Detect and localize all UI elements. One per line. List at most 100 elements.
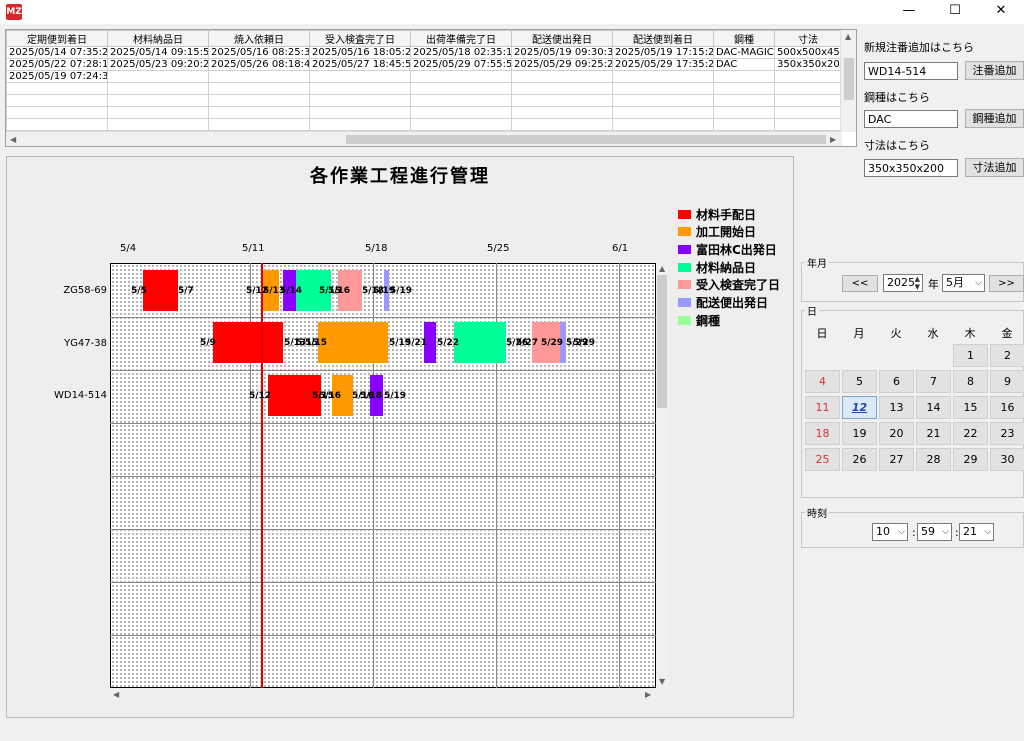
table-cell[interactable]: 2025/05/22 07:28:15 xyxy=(6,58,108,71)
table-cell[interactable] xyxy=(6,118,108,131)
table-cell[interactable] xyxy=(410,106,512,119)
schedule-table[interactable]: 定期便到着日 材料納品日 焼入依頼日 受入検査完了日 出荷準備完了日 配送便出発… xyxy=(5,29,857,147)
table-cell[interactable] xyxy=(208,118,310,131)
chart-vertical-scrollbar[interactable]: ▲ ▼ xyxy=(656,263,668,688)
table-cell[interactable] xyxy=(107,82,209,95)
table-cell[interactable] xyxy=(511,82,613,95)
table-cell[interactable] xyxy=(511,118,613,131)
table-cell[interactable]: 2025/05/29 09:25:20 xyxy=(511,58,613,71)
table-cell[interactable]: 2025/05/26 08:18:44 xyxy=(208,58,310,71)
column-header[interactable]: 鋼種 xyxy=(713,30,775,47)
scroll-left-icon[interactable]: ◀ xyxy=(113,690,119,699)
minimize-button[interactable]: — xyxy=(886,0,932,24)
scroll-up-icon[interactable]: ▲ xyxy=(659,264,665,273)
table-cell[interactable] xyxy=(309,70,411,83)
table-cell[interactable] xyxy=(208,106,310,119)
add-size-button[interactable]: 寸法追加 xyxy=(965,158,1024,177)
table-cell[interactable]: 2025/05/29 17:35:25 xyxy=(612,58,714,71)
calendar-day[interactable]: 13 xyxy=(879,396,914,419)
close-button[interactable]: ✕ xyxy=(978,0,1024,24)
calendar-day[interactable]: 20 xyxy=(879,422,914,445)
table-cell[interactable]: 2025/05/16 18:05:22 xyxy=(309,46,411,59)
scroll-up-icon[interactable]: ▲ xyxy=(845,32,851,41)
table-cell[interactable] xyxy=(208,94,310,107)
calendar-day[interactable]: 15 xyxy=(953,396,988,419)
table-cell[interactable] xyxy=(612,94,714,107)
table-cell[interactable]: 2025/05/14 09:15:55 xyxy=(107,46,209,59)
table-cell[interactable] xyxy=(410,82,512,95)
table-row[interactable] xyxy=(6,82,842,95)
scroll-right-icon[interactable]: ▶ xyxy=(645,690,651,699)
table-cell[interactable]: DAC-MAGIC xyxy=(713,46,775,59)
calendar-day[interactable]: 16 xyxy=(990,396,1024,419)
second-select[interactable]: 21 ⌵ xyxy=(959,523,994,541)
table-cell[interactable] xyxy=(713,82,775,95)
table-cell[interactable] xyxy=(208,70,310,83)
previous-month-button[interactable]: << xyxy=(842,275,878,292)
table-cell[interactable] xyxy=(6,106,108,119)
year-spinner[interactable]: 2025 ▲ ▼ xyxy=(883,274,923,292)
calendar-day[interactable]: 1 xyxy=(953,344,988,367)
table-cell[interactable]: 500x500x450 xyxy=(774,46,842,59)
table-cell[interactable] xyxy=(713,118,775,131)
table-row[interactable] xyxy=(6,106,842,119)
calendar-day[interactable]: 5 xyxy=(842,370,877,393)
table-cell[interactable] xyxy=(107,118,209,131)
calendar-day[interactable]: 4 xyxy=(805,370,840,393)
table-cell[interactable] xyxy=(309,82,411,95)
add-steel-button[interactable]: 鋼種追加 xyxy=(965,109,1024,128)
table-cell[interactable] xyxy=(511,70,613,83)
table-vertical-scrollbar[interactable]: ▲ xyxy=(840,30,856,132)
calendar-day[interactable]: 7 xyxy=(916,370,951,393)
month-select[interactable]: 5月 ⌵ xyxy=(942,274,985,292)
calendar-day[interactable]: 9 xyxy=(990,370,1024,393)
bar-material-order[interactable] xyxy=(213,322,283,363)
table-cell[interactable] xyxy=(612,82,714,95)
calendar-day[interactable]: 19 xyxy=(842,422,877,445)
table-cell[interactable] xyxy=(774,118,842,131)
table-row[interactable]: 2025/05/22 07:28:15 2025/05/23 09:20:25 20… xyxy=(6,58,842,71)
table-cell[interactable] xyxy=(774,70,842,83)
spinner-arrows-icon[interactable]: ▲ ▼ xyxy=(915,275,920,291)
table-cell[interactable] xyxy=(6,94,108,107)
table-cell[interactable] xyxy=(410,94,512,107)
calendar-day[interactable]: 22 xyxy=(953,422,988,445)
table-cell[interactable] xyxy=(107,94,209,107)
calendar-day[interactable]: 21 xyxy=(916,422,951,445)
table-row[interactable] xyxy=(6,118,842,131)
hour-select[interactable]: 10 ⌵ xyxy=(872,523,908,541)
table-cell[interactable] xyxy=(410,70,512,83)
column-header[interactable]: 受入検査完了日 xyxy=(309,30,411,47)
table-cell[interactable] xyxy=(612,70,714,83)
calendar-day[interactable]: 27 xyxy=(879,448,914,471)
table-cell[interactable] xyxy=(107,70,209,83)
column-header[interactable]: 定期便到着日 xyxy=(6,30,108,47)
calendar-day[interactable]: 30 xyxy=(990,448,1024,471)
table-cell[interactable]: 2025/05/19 17:15:20 xyxy=(612,46,714,59)
maximize-button[interactable]: ☐ xyxy=(932,0,978,24)
table-cell[interactable]: 2025/05/19 09:30:35 xyxy=(511,46,613,59)
table-row[interactable]: 2025/05/19 07:24:33 xyxy=(6,70,842,83)
add-order-button[interactable]: 注番追加 xyxy=(965,61,1024,80)
minute-select[interactable]: 59 ⌵ xyxy=(917,523,952,541)
table-row[interactable] xyxy=(6,94,842,107)
calendar-day[interactable]: 25 xyxy=(805,448,840,471)
table-cell[interactable] xyxy=(612,106,714,119)
scroll-thumb[interactable] xyxy=(657,275,667,408)
table-horizontal-scrollbar[interactable]: ◀ ▶ xyxy=(6,131,842,146)
column-header[interactable]: 材料納品日 xyxy=(107,30,209,47)
calendar-day[interactable]: 28 xyxy=(916,448,951,471)
column-header[interactable]: 出荷準備完了日 xyxy=(410,30,512,47)
column-header[interactable]: 焼入依頼日 xyxy=(208,30,310,47)
table-cell[interactable]: 2025/05/27 18:45:55 xyxy=(309,58,411,71)
table-cell[interactable] xyxy=(309,106,411,119)
column-header[interactable]: 寸法 xyxy=(774,30,842,47)
table-cell[interactable] xyxy=(612,118,714,131)
table-cell[interactable] xyxy=(511,94,613,107)
table-cell[interactable] xyxy=(6,82,108,95)
table-cell[interactable]: 2025/05/29 07:55:59 xyxy=(410,58,512,71)
column-header[interactable]: 配送便到着日 xyxy=(612,30,714,47)
bar-material-order[interactable] xyxy=(143,270,178,311)
table-cell[interactable] xyxy=(511,106,613,119)
table-cell[interactable] xyxy=(774,82,842,95)
